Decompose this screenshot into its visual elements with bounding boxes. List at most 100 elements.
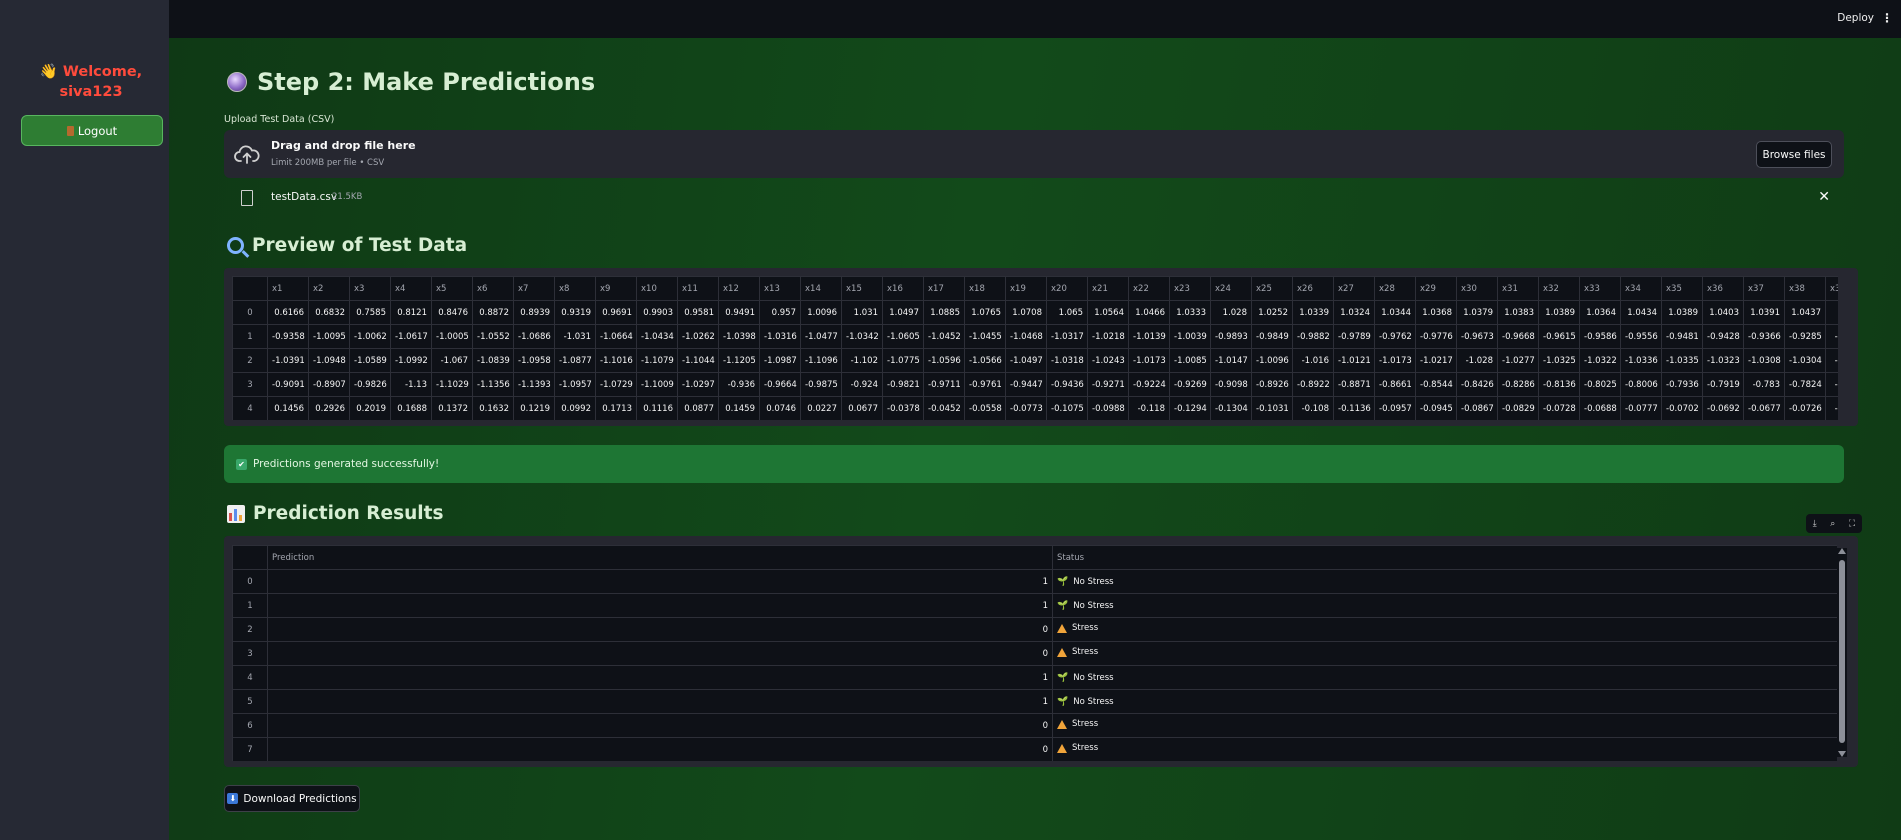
preview-cell[interactable]: 0.1459: [718, 396, 760, 420]
preview-cell[interactable]: -1.0987: [759, 348, 801, 373]
preview-cell[interactable]: -0.9269: [1169, 372, 1211, 397]
preview-cell[interactable]: -0.9224: [1128, 372, 1170, 397]
preview-cell[interactable]: -0.9271: [1087, 372, 1129, 397]
prediction-cell[interactable]: 1: [267, 593, 1053, 618]
preview-cell[interactable]: -0.9358: [267, 324, 309, 349]
preview-cell[interactable]: 0.6832: [308, 300, 350, 325]
preview-cell[interactable]: -1.0497: [1005, 348, 1047, 373]
main-menu-icon[interactable]: ⋮: [1881, 11, 1893, 25]
remove-file-icon[interactable]: ✕: [1818, 189, 1830, 205]
prediction-cell[interactable]: 0: [267, 713, 1053, 738]
preview-cell[interactable]: -0.9447: [1005, 372, 1047, 397]
preview-cell[interactable]: -1.0686: [513, 324, 555, 349]
preview-column-header[interactable]: x29: [1415, 276, 1457, 301]
preview-cell[interactable]: -1.0085: [1169, 348, 1211, 373]
preview-cell[interactable]: -0.9776: [1415, 324, 1457, 349]
preview-cell[interactable]: -0.924: [841, 372, 883, 397]
preview-cell[interactable]: -1.0277: [1497, 348, 1539, 373]
preview-cell[interactable]: -0.8907: [308, 372, 350, 397]
preview-cell[interactable]: 0.0227: [800, 396, 842, 420]
preview-cell[interactable]: -1.028: [1456, 348, 1498, 373]
preview-cell[interactable]: -0.8544: [1415, 372, 1457, 397]
preview-cell[interactable]: -0.9664: [759, 372, 801, 397]
preview-cell[interactable]: -1.0452: [923, 324, 965, 349]
preview-cell[interactable]: -0.8136: [1538, 372, 1580, 397]
preview-cell[interactable]: -0.108: [1292, 396, 1334, 420]
preview-column-header[interactable]: x34: [1620, 276, 1662, 301]
preview-cell[interactable]: -0.8025: [1579, 372, 1621, 397]
preview-cell[interactable]: -0.783: [1743, 372, 1785, 397]
preview-cell[interactable]: -0.8871: [1333, 372, 1375, 397]
preview-cell[interactable]: -1.0589: [349, 348, 391, 373]
preview-cell[interactable]: -1.1079: [636, 348, 678, 373]
preview-cell[interactable]: -0.9875: [800, 372, 842, 397]
preview-cell[interactable]: 1.0368: [1415, 300, 1457, 325]
preview-cell[interactable]: -1.0992: [390, 348, 432, 373]
preview-cell[interactable]: -0.9436: [1046, 372, 1088, 397]
preview-column-header[interactable]: x11: [677, 276, 719, 301]
preview-column-header[interactable]: x4: [390, 276, 432, 301]
preview-cell[interactable]: -1.1016: [595, 348, 637, 373]
preview-cell[interactable]: -1.0605: [882, 324, 924, 349]
preview-cell[interactable]: -1.0121: [1333, 348, 1375, 373]
preview-cell[interactable]: 1.0344: [1374, 300, 1416, 325]
preview-cell[interactable]: -1.0173: [1374, 348, 1416, 373]
preview-cell[interactable]: -1.0062: [349, 324, 391, 349]
preview-cell[interactable]: 1.0403: [1702, 300, 1744, 325]
preview-cell[interactable]: 1.0324: [1333, 300, 1375, 325]
preview-cell[interactable]: -0.9668: [1497, 324, 1539, 349]
preview-cell[interactable]: -0.9761: [964, 372, 1006, 397]
preview-cell[interactable]: -1.0729: [595, 372, 637, 397]
preview-cell[interactable]: 1.0364: [1579, 300, 1621, 325]
preview-cell[interactable]: -1.0304: [1784, 348, 1826, 373]
preview-cell[interactable]: -0.9556: [1620, 324, 1662, 349]
preview-cell[interactable]: -1.0218: [1087, 324, 1129, 349]
results-column-header[interactable]: Prediction: [267, 545, 1053, 570]
preview-column-header[interactable]: x9: [595, 276, 637, 301]
preview-cell[interactable]: -1.0317: [1046, 324, 1088, 349]
preview-cell[interactable]: 1.0765: [964, 300, 1006, 325]
prediction-cell[interactable]: 1: [267, 665, 1053, 690]
preview-column-header[interactable]: x22: [1128, 276, 1170, 301]
file-dropzone[interactable]: Drag and drop file here Limit 200MB per …: [224, 130, 1844, 178]
preview-cell[interactable]: -1.0217: [1415, 348, 1457, 373]
preview-cell[interactable]: -0.8661: [1374, 372, 1416, 397]
preview-cell[interactable]: -1.031: [554, 324, 596, 349]
preview-column-header[interactable]: x39: [1825, 276, 1838, 301]
scrollbar-thumb[interactable]: [1839, 560, 1845, 743]
preview-column-header[interactable]: x19: [1005, 276, 1047, 301]
preview-cell[interactable]: -1.0552: [472, 324, 514, 349]
preview-cell[interactable]: 0.1632: [472, 396, 514, 420]
preview-cell[interactable]: -0.9366: [1743, 324, 1785, 349]
preview-column-header[interactable]: x16: [882, 276, 924, 301]
preview-column-header[interactable]: x8: [554, 276, 596, 301]
preview-cell[interactable]: 0.1219: [513, 396, 555, 420]
preview-cell[interactable]: -0.0378: [882, 396, 924, 420]
preview-column-header[interactable]: x36: [1702, 276, 1744, 301]
preview-cell[interactable]: 1.0096: [800, 300, 842, 325]
status-cell[interactable]: 🌱 No Stress: [1052, 569, 1837, 594]
preview-cell[interactable]: -1.0297: [677, 372, 719, 397]
preview-cell[interactable]: 0.8939: [513, 300, 555, 325]
logout-button[interactable]: Logout: [21, 115, 163, 146]
preview-cell[interactable]: 0.0746: [759, 396, 801, 420]
preview-cell[interactable]: -0.0867: [1456, 396, 1498, 420]
preview-cell[interactable]: -0.9882: [1292, 324, 1334, 349]
preview-cell[interactable]: -0.0702: [1661, 396, 1703, 420]
deploy-button[interactable]: Deploy: [1837, 12, 1874, 24]
preview-cell[interactable]: 1.0333: [1169, 300, 1211, 325]
preview-cell[interactable]: -1.0308: [1743, 348, 1785, 373]
preview-cell[interactable]: -1.0139: [1128, 324, 1170, 349]
preview-cell[interactable]: -0.118: [1128, 396, 1170, 420]
preview-cell[interactable]: 0.8121: [390, 300, 432, 325]
preview-cell[interactable]: -0.9762: [1374, 324, 1416, 349]
preview-column-header[interactable]: x2: [308, 276, 350, 301]
preview-cell[interactable]: 0.1713: [595, 396, 637, 420]
preview-cell[interactable]: -0.9098: [1210, 372, 1252, 397]
preview-cell[interactable]: 1.0389: [1538, 300, 1580, 325]
preview-cell[interactable]: -1.0318: [1046, 348, 1088, 373]
preview-cell[interactable]: -1.0877: [554, 348, 596, 373]
preview-cell[interactable]: -0.9711: [923, 372, 965, 397]
preview-cell[interactable]: -0.9428: [1702, 324, 1744, 349]
preview-cell[interactable]: -0.7824: [1784, 372, 1826, 397]
